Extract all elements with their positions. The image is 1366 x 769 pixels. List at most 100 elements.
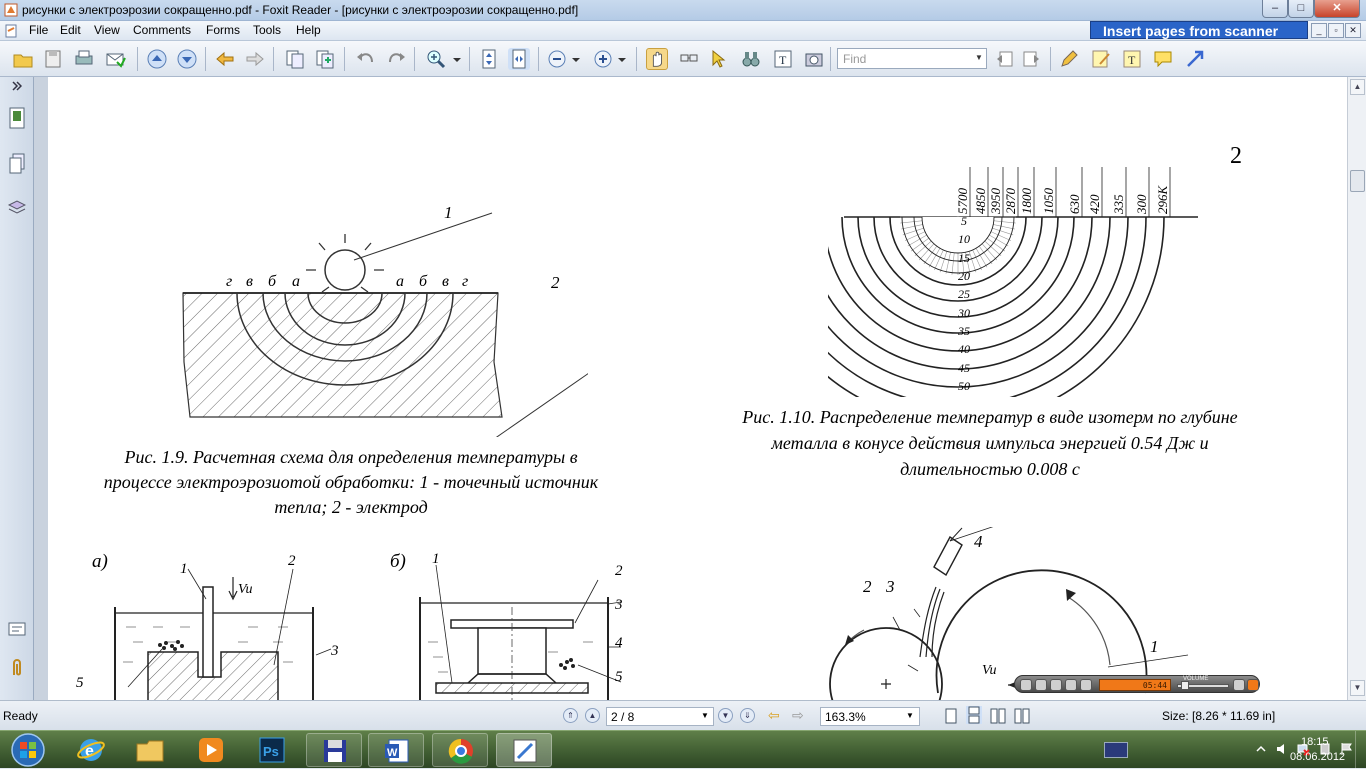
clock-time[interactable]: 18:15 xyxy=(1301,736,1329,748)
print-icon[interactable] xyxy=(73,48,95,70)
media-player-taskbar-icon[interactable] xyxy=(197,736,225,764)
vertical-scrollbar[interactable]: ▲ ▼ xyxy=(1347,77,1366,700)
close-button[interactable]: ✕ xyxy=(1314,0,1360,18)
single-page-view-icon[interactable] xyxy=(944,708,958,724)
menu-comments[interactable]: Comments xyxy=(133,23,191,37)
scroll-up-button[interactable]: ▲ xyxy=(1350,79,1365,95)
zoom-out-icon[interactable] xyxy=(546,48,568,70)
menu-view[interactable]: View xyxy=(94,23,120,37)
zoom-level-field[interactable]: 163.3% xyxy=(820,707,920,726)
play-button[interactable] xyxy=(1020,679,1032,691)
typewriter-icon[interactable]: T xyxy=(772,48,794,70)
taskbar-chrome-app[interactable] xyxy=(432,733,488,767)
fit-width-icon[interactable] xyxy=(508,48,530,70)
select-text-icon[interactable] xyxy=(678,48,700,70)
back-icon[interactable] xyxy=(214,48,236,70)
email-icon[interactable] xyxy=(104,48,126,70)
select-annotation-icon[interactable] xyxy=(708,48,730,70)
comments-panel-icon[interactable] xyxy=(8,619,26,641)
pages-icon[interactable] xyxy=(8,153,26,175)
stop-button[interactable] xyxy=(1050,679,1062,691)
facing-view-icon[interactable] xyxy=(990,708,1006,724)
redo-icon[interactable] xyxy=(385,48,407,70)
zoom-in-dropdown-icon[interactable] xyxy=(616,48,628,70)
find-dropdown-icon[interactable]: ▼ xyxy=(975,49,986,67)
status-forward-icon[interactable]: ⇨ xyxy=(792,707,804,724)
pencil-icon[interactable] xyxy=(1058,48,1080,70)
expand-panel-icon[interactable] xyxy=(12,81,22,91)
minimize-button[interactable]: – xyxy=(1262,0,1288,18)
find-next-icon[interactable] xyxy=(1020,48,1042,70)
zoom-field-dropdown-icon[interactable]: ▼ xyxy=(906,711,914,720)
language-indicator[interactable] xyxy=(1104,742,1128,758)
doc-minimize-button[interactable]: _ xyxy=(1311,23,1327,38)
pause-button[interactable] xyxy=(1035,679,1047,691)
attachments-icon[interactable] xyxy=(8,657,26,679)
last-page-button[interactable]: ⇓ xyxy=(740,708,755,723)
menu-file[interactable]: File xyxy=(29,23,48,37)
scroll-thumb[interactable] xyxy=(1350,170,1365,192)
snapshot-binoculars-icon[interactable] xyxy=(740,48,762,70)
comment-note-icon[interactable] xyxy=(1152,48,1174,70)
insert-pages-icon[interactable] xyxy=(314,48,336,70)
fit-page-icon[interactable] xyxy=(478,48,500,70)
status-back-icon[interactable]: ⇦ xyxy=(768,707,780,724)
forward-icon[interactable] xyxy=(244,48,266,70)
zoom-out-dropdown-icon[interactable] xyxy=(570,48,582,70)
show-desktop-button[interactable] xyxy=(1355,731,1366,769)
find-input[interactable]: Find xyxy=(837,48,987,69)
media-player-widget[interactable]: 05:44 VOLUME xyxy=(1014,675,1260,693)
continuous-facing-view-icon[interactable] xyxy=(1014,708,1030,724)
doc-restore-button[interactable]: ▫ xyxy=(1328,23,1344,38)
save-icon[interactable] xyxy=(42,48,64,70)
menu-tools[interactable]: Tools xyxy=(253,23,281,37)
file-explorer-icon[interactable] xyxy=(135,736,165,764)
volume-knob[interactable] xyxy=(1181,681,1189,690)
zoom-dropdown-icon[interactable] xyxy=(451,48,463,70)
zoom-in-icon[interactable] xyxy=(592,48,614,70)
taskbar-word-app[interactable]: W xyxy=(368,733,424,767)
menu-help[interactable]: Help xyxy=(296,23,321,37)
photoshop-icon[interactable]: Ps xyxy=(258,736,286,764)
word-icon: W xyxy=(385,739,409,763)
taskbar-save-app[interactable] xyxy=(306,733,362,767)
extract-pages-icon[interactable] xyxy=(284,48,306,70)
media-minimize-button[interactable] xyxy=(1233,679,1245,691)
maximize-button[interactable]: □ xyxy=(1288,0,1314,18)
prev-page-button[interactable]: ▲ xyxy=(585,708,600,723)
insert-pages-from-scanner-banner[interactable]: Insert pages from scanner xyxy=(1090,21,1308,39)
clock-date[interactable]: 08.06.2012 xyxy=(1290,751,1345,763)
open-icon[interactable] xyxy=(12,48,34,70)
text-box-icon[interactable]: T xyxy=(1121,48,1143,70)
taskbar-foxit-app[interactable] xyxy=(496,733,552,767)
menu-edit[interactable]: Edit xyxy=(60,23,81,37)
internet-explorer-icon[interactable]: e xyxy=(76,735,106,765)
bookmarks-icon[interactable] xyxy=(8,107,26,129)
camera-icon[interactable] xyxy=(803,48,825,70)
zoom-in-magnifier-icon[interactable] xyxy=(425,48,447,70)
find-previous-icon[interactable] xyxy=(994,48,1016,70)
next-page-icon[interactable] xyxy=(176,48,198,70)
tray-arrow-icon[interactable] xyxy=(1256,744,1266,754)
layers-icon[interactable] xyxy=(8,197,26,219)
hand-tool-icon[interactable] xyxy=(646,48,668,70)
figure-bottom-left-diagram xyxy=(114,564,622,700)
doc-close-button[interactable]: ✕ xyxy=(1345,23,1361,38)
next-track-button[interactable] xyxy=(1080,679,1092,691)
volume-icon[interactable] xyxy=(1276,742,1290,756)
page-number-field[interactable]: 2 / 8 xyxy=(606,707,714,726)
previous-track-button[interactable] xyxy=(1065,679,1077,691)
media-close-button[interactable] xyxy=(1247,679,1259,691)
undo-icon[interactable] xyxy=(355,48,377,70)
arrow-tool-icon[interactable] xyxy=(1184,48,1206,70)
previous-page-icon[interactable] xyxy=(146,48,168,70)
pdf-page[interactable]: 2 1 2 г в б а а б в г Рис. 1.9. Расчетна… xyxy=(48,77,1347,700)
note-edit-icon[interactable] xyxy=(1090,48,1112,70)
scroll-down-button[interactable]: ▼ xyxy=(1350,680,1365,696)
continuous-view-icon[interactable] xyxy=(966,706,982,724)
next-page-button[interactable]: ▼ xyxy=(718,708,733,723)
menu-forms[interactable]: Forms xyxy=(206,23,240,37)
page-field-dropdown-icon[interactable]: ▼ xyxy=(701,711,709,720)
first-page-button[interactable]: ⇑ xyxy=(563,708,578,723)
windows-start-button[interactable] xyxy=(4,732,52,768)
